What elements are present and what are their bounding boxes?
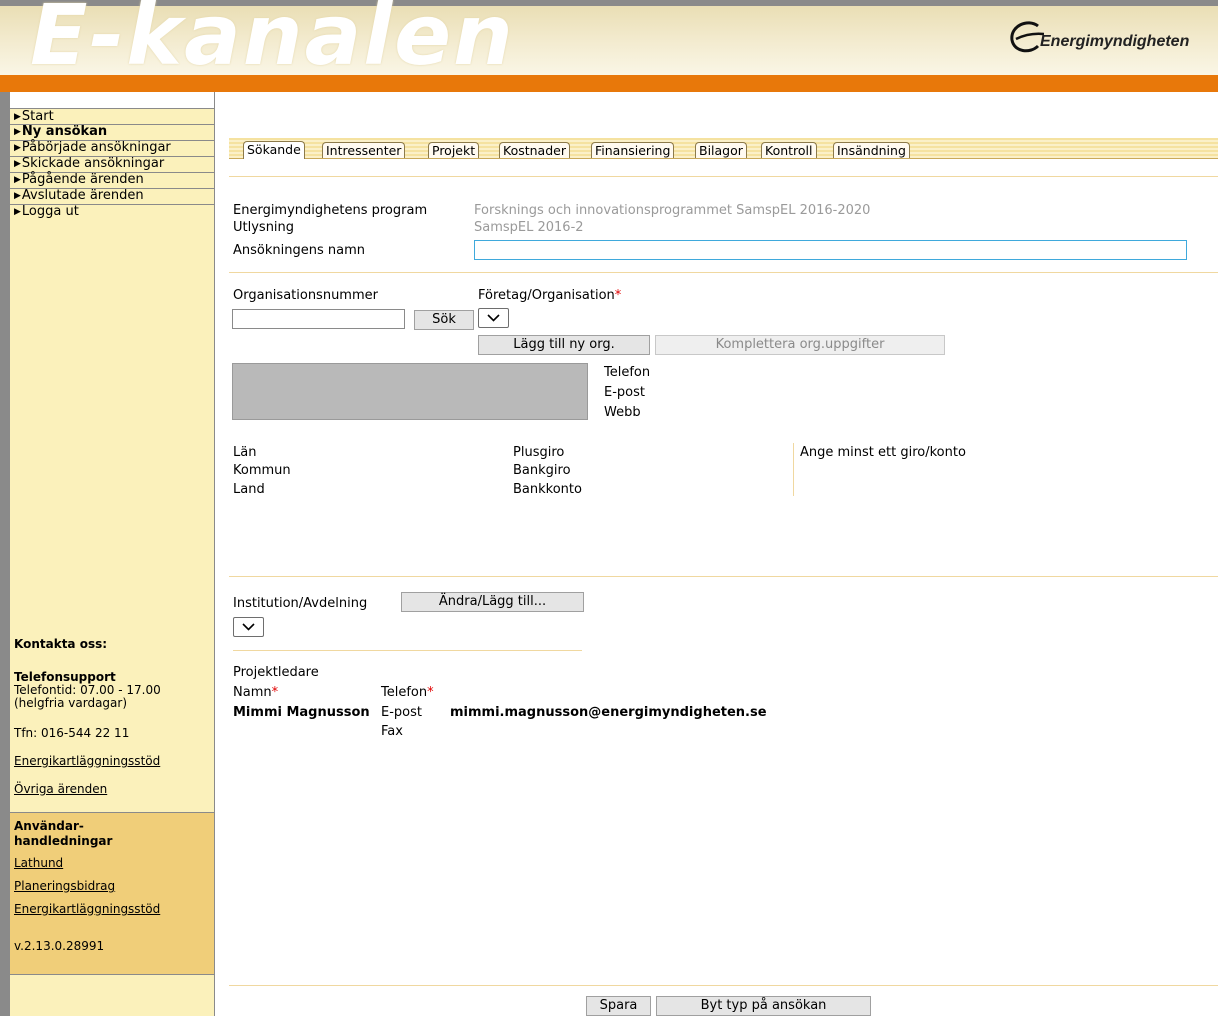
- header: E-kanalen Energimyndigheten: [0, 0, 1218, 75]
- user-guides-panel: Användar- handledningar Lathund Planerin…: [10, 812, 214, 975]
- nav-item-sent-applications[interactable]: ▶Skickade ansökningar: [14, 156, 164, 172]
- section-divider: [233, 650, 582, 651]
- required-mark: *: [427, 685, 434, 700]
- guide-link-lathund[interactable]: Lathund: [14, 856, 63, 870]
- county-label: Län: [233, 445, 257, 460]
- triangle-right-icon: ▶: [14, 191, 21, 201]
- chevron-down-icon: [242, 623, 255, 631]
- tab-kontroll[interactable]: Kontroll: [761, 142, 817, 158]
- tab-finansiering[interactable]: Finansiering: [591, 142, 675, 158]
- triangle-right-icon: ▶: [14, 159, 21, 169]
- country-label: Land: [233, 482, 265, 497]
- other-cases-link[interactable]: Övriga ärenden: [14, 782, 107, 796]
- phone-hours-line: (helgfria vardagar): [14, 696, 128, 710]
- org-web-label: Webb: [604, 405, 641, 420]
- institution-select[interactable]: [233, 617, 264, 637]
- version-label: v.2.13.0.28991: [14, 939, 105, 953]
- tab-intressenter[interactable]: Intressenter: [322, 142, 406, 158]
- header-accent-bar: [0, 75, 1218, 92]
- nav-item-ongoing-cases[interactable]: ▶Pågående ärenden: [14, 172, 144, 188]
- change-type-button[interactable]: Byt typ på ansökan: [656, 996, 871, 1016]
- triangle-right-icon: ▶: [14, 207, 21, 217]
- chevron-down-icon: [487, 314, 500, 322]
- plusgiro-label: Plusgiro: [513, 445, 565, 460]
- energy-audit-link[interactable]: Energikartläggningsstöd: [14, 754, 160, 768]
- pl-email-value: mimmi.magnusson@energimyndigheten.se: [450, 705, 767, 720]
- bankgiro-label: Bankgiro: [513, 463, 571, 478]
- phone-support-title: Telefonsupport: [14, 670, 116, 684]
- complete-org-button[interactable]: Komplettera org.uppgifter: [655, 335, 945, 355]
- tab-bilagor[interactable]: Bilagor: [695, 142, 747, 158]
- sidebar: ▶Start ▶Ny ansökan ▶Påbörjade ansökninga…: [10, 92, 215, 1016]
- giro-hint: Ange minst ett giro/konto: [800, 445, 966, 460]
- company-label-text: Företag/Organisation: [478, 288, 615, 303]
- nav-item-logout[interactable]: ▶Logga ut: [14, 204, 79, 220]
- nav-item-start[interactable]: ▶Start: [14, 109, 54, 125]
- municipality-label: Kommun: [233, 463, 291, 478]
- add-new-org-button[interactable]: Lägg till ny org.: [478, 335, 650, 355]
- pl-phone-label: Telefon*: [381, 685, 434, 700]
- footer-divider: [229, 985, 1218, 986]
- nav-item-new-application[interactable]: ▶Ny ansökan: [14, 124, 107, 140]
- bankkonto-label: Bankkonto: [513, 482, 582, 497]
- triangle-right-icon: ▶: [14, 175, 21, 185]
- banner-title: E-kanalen: [30, 0, 515, 75]
- tab-projekt[interactable]: Projekt: [428, 142, 480, 158]
- required-mark: *: [614, 288, 622, 303]
- logo-icon: [1010, 21, 1044, 53]
- triangle-right-icon: ▶: [14, 127, 21, 137]
- orgnr-label: Organisationsnummer: [233, 288, 378, 303]
- left-edge: [0, 92, 10, 1016]
- tab-bar: Sökande Intressenter Projekt Kostnader F…: [229, 138, 1218, 159]
- user-guides-title-line: Användar-: [14, 819, 84, 833]
- project-leader-title: Projektledare: [233, 665, 319, 680]
- phone-hours: Telefontid: 07.00 - 17.00 (helgfria vard…: [14, 684, 161, 710]
- pl-email-label: E-post: [381, 705, 422, 720]
- contact-title: Kontakta oss:: [14, 637, 108, 651]
- program-value: Forsknings och innovationsprogrammet Sam…: [474, 203, 871, 218]
- orgnr-input[interactable]: [232, 309, 405, 329]
- guide-link-energy-audit[interactable]: Energikartläggningsstöd: [14, 902, 160, 916]
- user-guides-title: Användar- handledningar: [14, 819, 112, 849]
- nav-item-started-applications[interactable]: ▶Påbörjade ansökningar: [14, 140, 171, 156]
- call-value: SamspEL 2016-2: [474, 220, 584, 235]
- tab-sokande[interactable]: Sökande: [243, 141, 305, 159]
- section-divider: [229, 176, 1218, 177]
- sidebar-top: [10, 92, 214, 108]
- call-label: Utlysning: [233, 220, 295, 235]
- nav-item-closed-cases[interactable]: ▶Avslutade ärenden: [14, 188, 144, 204]
- application-name-label: Ansökningens namn: [233, 243, 365, 258]
- company-label: Företag/Organisation*: [478, 288, 621, 303]
- org-email-label: E-post: [604, 385, 645, 400]
- required-mark: *: [271, 685, 279, 700]
- user-guides-title-line: handledningar: [14, 834, 113, 848]
- tab-insandning[interactable]: Insändning: [833, 142, 910, 158]
- triangle-right-icon: ▶: [14, 112, 21, 122]
- pl-phone-label-text: Telefon: [381, 685, 428, 700]
- change-add-institution-button[interactable]: Ändra/Lägg till...: [401, 592, 584, 612]
- guide-link-planeringsbidrag[interactable]: Planeringsbidrag: [14, 879, 115, 893]
- pl-name-value: Mimmi Magnusson: [233, 705, 370, 720]
- program-label: Energimyndighetens program: [233, 203, 428, 218]
- org-address-box: [232, 363, 588, 420]
- tab-kostnader[interactable]: Kostnader: [499, 142, 570, 158]
- vertical-divider: [793, 443, 794, 496]
- pl-name-label: Namn*: [233, 685, 278, 700]
- pl-fax-label: Fax: [381, 724, 403, 739]
- org-phone-label: Telefon: [604, 365, 651, 380]
- logo-text[interactable]: Energimyndigheten: [1040, 33, 1189, 51]
- section-divider: [229, 272, 1218, 273]
- search-button[interactable]: Sök: [414, 310, 474, 330]
- save-button[interactable]: Spara: [586, 996, 651, 1016]
- triangle-right-icon: ▶: [14, 143, 21, 153]
- company-select[interactable]: [478, 308, 509, 328]
- section-divider: [229, 576, 1218, 577]
- pl-name-label-text: Namn: [233, 685, 272, 700]
- institution-label: Institution/Avdelning: [233, 596, 368, 611]
- phone-number: Tfn: 016-544 22 11: [14, 726, 130, 740]
- application-name-input[interactable]: [474, 240, 1187, 260]
